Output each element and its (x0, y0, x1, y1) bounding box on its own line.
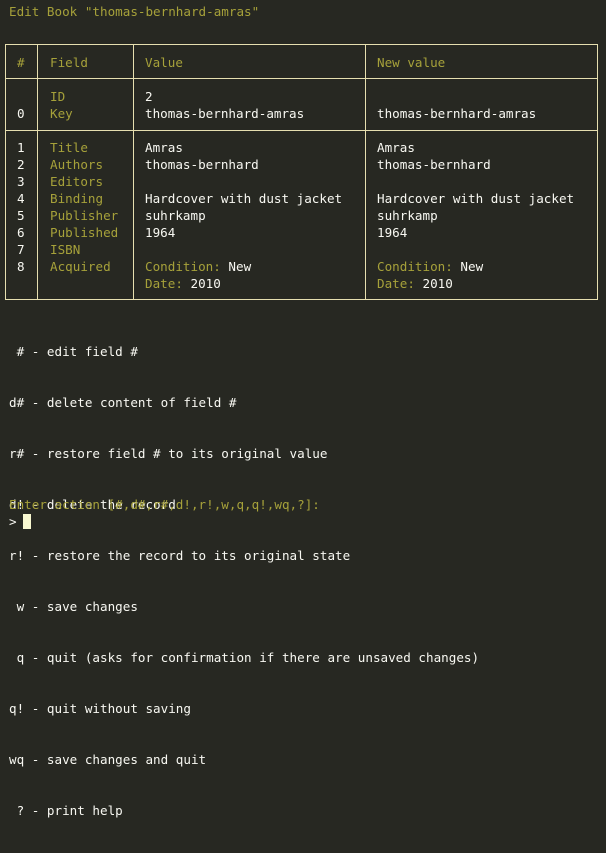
table-divider (133, 45, 134, 299)
screen-title: Edit Book "thomas-bernhard-amras" (9, 4, 260, 19)
field-value-title: Amras (145, 140, 183, 155)
field-new-value-binding: Hardcover with dust jacket (377, 191, 575, 206)
table-divider (365, 45, 366, 299)
date-value: 2010 (422, 276, 453, 291)
table-divider (6, 130, 597, 131)
acquired-condition: Condition: New (145, 258, 251, 275)
field-new-value-published: 1964 (377, 225, 408, 240)
date-value: 2010 (190, 276, 221, 291)
field-value-binding: Hardcover with dust jacket (145, 191, 343, 206)
new-acquired-date: Date: 2010 (377, 275, 453, 292)
record-table: # Field Value New value ID 2 0 Key thoma… (5, 44, 598, 300)
field-new-value-key: thomas-bernhard-amras (377, 106, 537, 121)
help-line: q! - quit without saving (9, 701, 191, 716)
column-header-new-value: New value (377, 55, 446, 70)
condition-label: Condition: (145, 259, 221, 274)
help-line: q - quit (asks for confirmation if there… (9, 650, 480, 665)
help-list: # - edit field # d# - delete content of … (9, 309, 479, 853)
field-name-published: Published (50, 225, 119, 240)
field-name-isbn: ISBN (50, 242, 81, 257)
help-line: d# - delete content of field # (9, 395, 237, 410)
field-name-editors: Editors (50, 174, 104, 189)
field-num: 4 (17, 191, 25, 206)
field-value-id: 2 (145, 89, 153, 104)
field-name-authors: Authors (50, 157, 104, 172)
field-num: 2 (17, 157, 25, 172)
field-value-published: 1964 (145, 225, 176, 240)
field-name-publisher: Publisher (50, 208, 119, 223)
field-name-binding: Binding (50, 191, 104, 206)
help-line: r! - restore the record to its original … (9, 548, 351, 563)
field-num: 7 (17, 242, 25, 257)
field-value-key: thomas-bernhard-amras (145, 106, 305, 121)
terminal-window: Edit Book "thomas-bernhard-amras" # Fiel… (0, 0, 606, 818)
field-value-publisher: suhrkamp (145, 208, 206, 223)
date-label: Date: (145, 276, 183, 291)
action-prompt: Enter action [#,d#,r#,d!,r!,w,q,q!,wq,?]… (9, 497, 320, 512)
field-name-key: Key (50, 106, 73, 121)
help-line: r# - restore field # to its original val… (9, 446, 328, 461)
field-num: 8 (17, 259, 25, 274)
column-header-field: Field (50, 55, 88, 70)
field-new-value-publisher: suhrkamp (377, 208, 438, 223)
field-name-acquired: Acquired (50, 259, 111, 274)
field-name-id: ID (50, 89, 66, 104)
field-num: 3 (17, 174, 25, 189)
table-divider (37, 45, 38, 299)
text-cursor (22, 514, 31, 529)
condition-value: New (460, 259, 484, 274)
new-acquired-condition: Condition: New (377, 258, 483, 275)
condition-label: Condition: (377, 259, 453, 274)
date-label: Date: (377, 276, 415, 291)
field-num: 1 (17, 140, 25, 155)
command-input[interactable]: > (9, 513, 31, 530)
table-divider (6, 78, 597, 79)
condition-value: New (228, 259, 252, 274)
help-line: ? - print help (9, 803, 123, 818)
help-line: w - save changes (9, 599, 138, 614)
column-header-value: Value (145, 55, 183, 70)
prompt-symbol: > (9, 514, 17, 529)
field-new-value-authors: thomas-bernhard (377, 157, 491, 172)
column-header-num: # (17, 55, 25, 70)
field-num: 5 (17, 208, 25, 223)
field-value-authors: thomas-bernhard (145, 157, 259, 172)
help-line: wq - save changes and quit (9, 752, 207, 767)
field-num-key: 0 (17, 106, 25, 121)
help-line: # - edit field # (9, 344, 138, 359)
field-name-title: Title (50, 140, 88, 155)
acquired-date: Date: 2010 (145, 275, 221, 292)
field-new-value-title: Amras (377, 140, 415, 155)
field-num: 6 (17, 225, 25, 240)
